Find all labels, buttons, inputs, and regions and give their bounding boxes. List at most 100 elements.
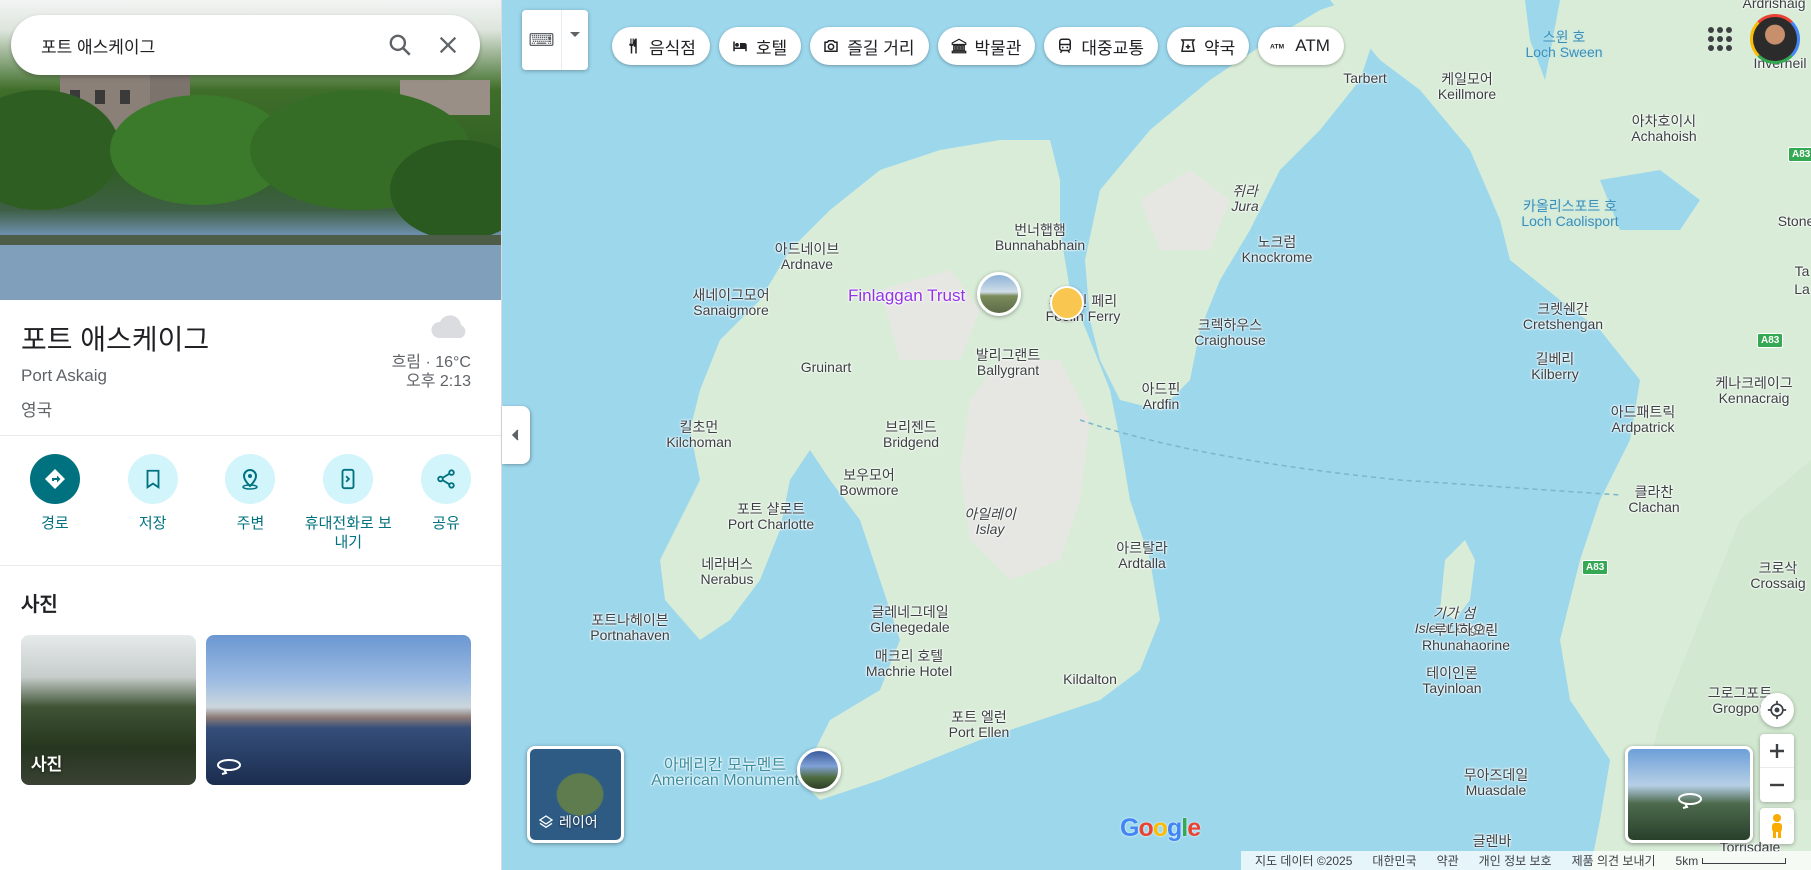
- my-location-button[interactable]: [1760, 693, 1794, 727]
- map-label-ardfin[interactable]: 아드핀 Ardfin: [1142, 382, 1181, 412]
- panorama-360-icon: [217, 759, 241, 775]
- restaurant-icon: [629, 38, 637, 54]
- account-avatar[interactable]: [1750, 14, 1800, 64]
- search-input[interactable]: [41, 35, 372, 55]
- american-monument-photo-marker[interactable]: [797, 748, 841, 792]
- weather-widget: 흐림 · 16°C 오후 2:13: [392, 312, 471, 391]
- map-label-bridgend[interactable]: 브리젠드 Bridgend: [883, 420, 939, 450]
- map-label-kilchoman[interactable]: 킬초먼 Kilchoman: [666, 420, 731, 450]
- map-label-glenbarr[interactable]: 글렌바: [1473, 834, 1512, 849]
- map-data-attribution[interactable]: 지도 데이터 ©2025: [1245, 852, 1362, 869]
- map-label-la[interactable]: La: [1794, 282, 1810, 297]
- photos-heading: 사진: [21, 594, 58, 616]
- map-label-kennacraig[interactable]: 케나크레이그 Kennacraig: [1715, 376, 1792, 406]
- chip-things-to-do[interactable]: 즐길 거리: [810, 27, 929, 65]
- keyboard-icon[interactable]: ⌨: [522, 10, 562, 70]
- google-apps-button[interactable]: [1703, 22, 1733, 52]
- bookmark-icon: [146, 469, 160, 489]
- zoom-out-button[interactable]: [1760, 768, 1794, 802]
- footer-country-link[interactable]: 대한민국: [1362, 852, 1426, 869]
- map-label-jura[interactable]: 쥐라 Jura: [1231, 184, 1258, 214]
- search-box[interactable]: [11, 15, 480, 75]
- chip-atm[interactable]: ATM ATM: [1258, 27, 1344, 65]
- map-label-tayinloan[interactable]: 테이인론 Tayinloan: [1422, 666, 1481, 696]
- footer-terms-link[interactable]: 약관: [1427, 852, 1469, 869]
- search-button[interactable]: [380, 25, 420, 65]
- cloud-icon: [431, 315, 466, 338]
- map-label-machrie-hotel[interactable]: 매크리 호텔 Machrie Hotel: [866, 649, 952, 679]
- map-label-crossaig[interactable]: 크로삭 Crossaig: [1750, 561, 1805, 591]
- chip-museums[interactable]: 박물관: [937, 27, 1036, 65]
- chevron-down-icon[interactable]: [562, 10, 588, 70]
- map-label-glenegedale[interactable]: 글레네그데일 Glenegedale: [870, 605, 949, 635]
- map-label-bowmore[interactable]: 보우모어 Bowmore: [839, 468, 898, 498]
- local-time: 오후 2:13: [405, 373, 471, 390]
- street-view-pegman[interactable]: [1760, 808, 1794, 844]
- transit-icon: [1059, 38, 1072, 54]
- map-label-craighouse[interactable]: 크렉하우스 Craighouse: [1194, 318, 1266, 348]
- map-label-knockrome[interactable]: 노크럼 Knockrome: [1242, 235, 1313, 265]
- street-view-thumbnail[interactable]: [1625, 746, 1753, 843]
- map-label-ardtalla[interactable]: 아르탈라 Ardtalla: [1116, 541, 1168, 571]
- map-label-loch-caolisport[interactable]: 카올리스포트 호 Loch Caolisport: [1521, 199, 1618, 229]
- map-label-cretshengan[interactable]: 크렛쉔간 Cretshengan: [1523, 302, 1603, 332]
- zoom-in-button[interactable]: [1760, 734, 1794, 768]
- map-label-clachan[interactable]: 클라찬 Clachan: [1628, 485, 1679, 515]
- map-label-ballygrant[interactable]: 발리그랜트 Ballygrant: [976, 348, 1040, 378]
- photo-tile[interactable]: 사진: [21, 635, 196, 785]
- map-label-nerabus[interactable]: 네라버스 Nerabus: [701, 557, 754, 587]
- map-label-kildalton[interactable]: Kildalton: [1063, 672, 1117, 687]
- map-label-port-charlotte[interactable]: 포트 샬로트 Port Charlotte: [728, 502, 814, 532]
- save-button[interactable]: 저장: [108, 454, 198, 565]
- map-label-kilberry[interactable]: 길베리 Kilberry: [1531, 352, 1578, 382]
- map-label-keillmore[interactable]: 케일모어 Keillmore: [1438, 72, 1496, 102]
- chip-hotels[interactable]: 호텔: [718, 27, 802, 65]
- layers-button[interactable]: 레이어: [527, 746, 624, 843]
- directions-button[interactable]: 경로: [10, 454, 100, 565]
- emoji-marker[interactable]: [1050, 286, 1084, 320]
- map-label-muasdale[interactable]: 무아즈데일 Muasdale: [1464, 768, 1528, 798]
- pharmacy-icon: [1180, 39, 1196, 52]
- share-button[interactable]: 공유: [401, 454, 491, 565]
- map-label-islay[interactable]: 아일레이 Islay: [964, 507, 1016, 537]
- map-label-ardnave[interactable]: 아드네이브 Ardnave: [775, 242, 839, 272]
- nearby-button[interactable]: 주변: [205, 454, 295, 565]
- collapse-panel-button[interactable]: [502, 406, 530, 464]
- map-label-loch-sween[interactable]: 스윈 호 Loch Sween: [1525, 30, 1602, 60]
- map-label-bunnahabhain[interactable]: 번너햅햄 Bunnahabhain: [995, 223, 1085, 253]
- category-chips: 음식점 호텔 즐길 거리 박물관 대중교통 약국 ATM ATM: [612, 27, 1344, 65]
- map-label-ardrishaig[interactable]: Ardrishaig: [1742, 0, 1805, 11]
- map-label-ta[interactable]: Ta: [1795, 264, 1810, 279]
- map-label-rhunahaorine[interactable]: 루나하오린 Rhunahaorine: [1422, 623, 1510, 653]
- plus-icon: [1770, 743, 1784, 758]
- map-label-portnahaven[interactable]: 포트나헤이븐 Portnahaven: [590, 613, 669, 643]
- photo-tile-360[interactable]: [206, 635, 471, 785]
- finlaggan-photo-marker[interactable]: [977, 272, 1021, 316]
- map-label-sanaigmore[interactable]: 새네이그모어 Sanaigmore: [692, 288, 769, 318]
- location-crosshair-icon: [1767, 700, 1787, 720]
- chip-transit[interactable]: 대중교통: [1044, 27, 1158, 65]
- chip-restaurants[interactable]: 음식점: [612, 27, 710, 65]
- directions-icon: [44, 469, 65, 489]
- map-label-ardpatrick[interactable]: 아드패트릭 Ardpatrick: [1611, 405, 1675, 435]
- map-label-port-ellen[interactable]: 포트 엘런 Port Ellen: [949, 710, 1010, 740]
- action-buttons: 경로 저장 주변 휴대전화로 보내기 공유: [0, 436, 501, 566]
- footer-feedback-link[interactable]: 제품 의견 보내기: [1562, 852, 1666, 869]
- zoom-controls: [1760, 734, 1794, 802]
- map-label-gruinart[interactable]: Gruinart: [801, 360, 852, 375]
- map-scale[interactable]: 5km: [1666, 854, 1797, 868]
- place-hero-photo[interactable]: [0, 0, 501, 300]
- clear-search-button[interactable]: [428, 25, 468, 65]
- map-poi-american-monument[interactable]: 아메리칸 모뉴멘트 American Monument: [651, 758, 799, 789]
- map-label-achahoish[interactable]: 아차호이시 Achahoish: [1631, 114, 1696, 144]
- minus-icon: [1770, 783, 1784, 787]
- map-label-stone[interactable]: Stone: [1778, 214, 1811, 229]
- input-tools-button[interactable]: ⌨: [522, 10, 588, 70]
- map-poi-finlaggan-trust[interactable]: Finlaggan Trust: [848, 287, 965, 304]
- hotel-icon: [733, 41, 747, 52]
- map-label-tarbert[interactable]: Tarbert: [1343, 71, 1387, 86]
- chip-pharmacies[interactable]: 약국: [1166, 27, 1250, 65]
- footer-privacy-link[interactable]: 개인 정보 보호: [1469, 852, 1562, 869]
- layers-icon: [538, 815, 554, 829]
- send-to-phone-button[interactable]: 휴대전화로 보내기: [303, 454, 393, 565]
